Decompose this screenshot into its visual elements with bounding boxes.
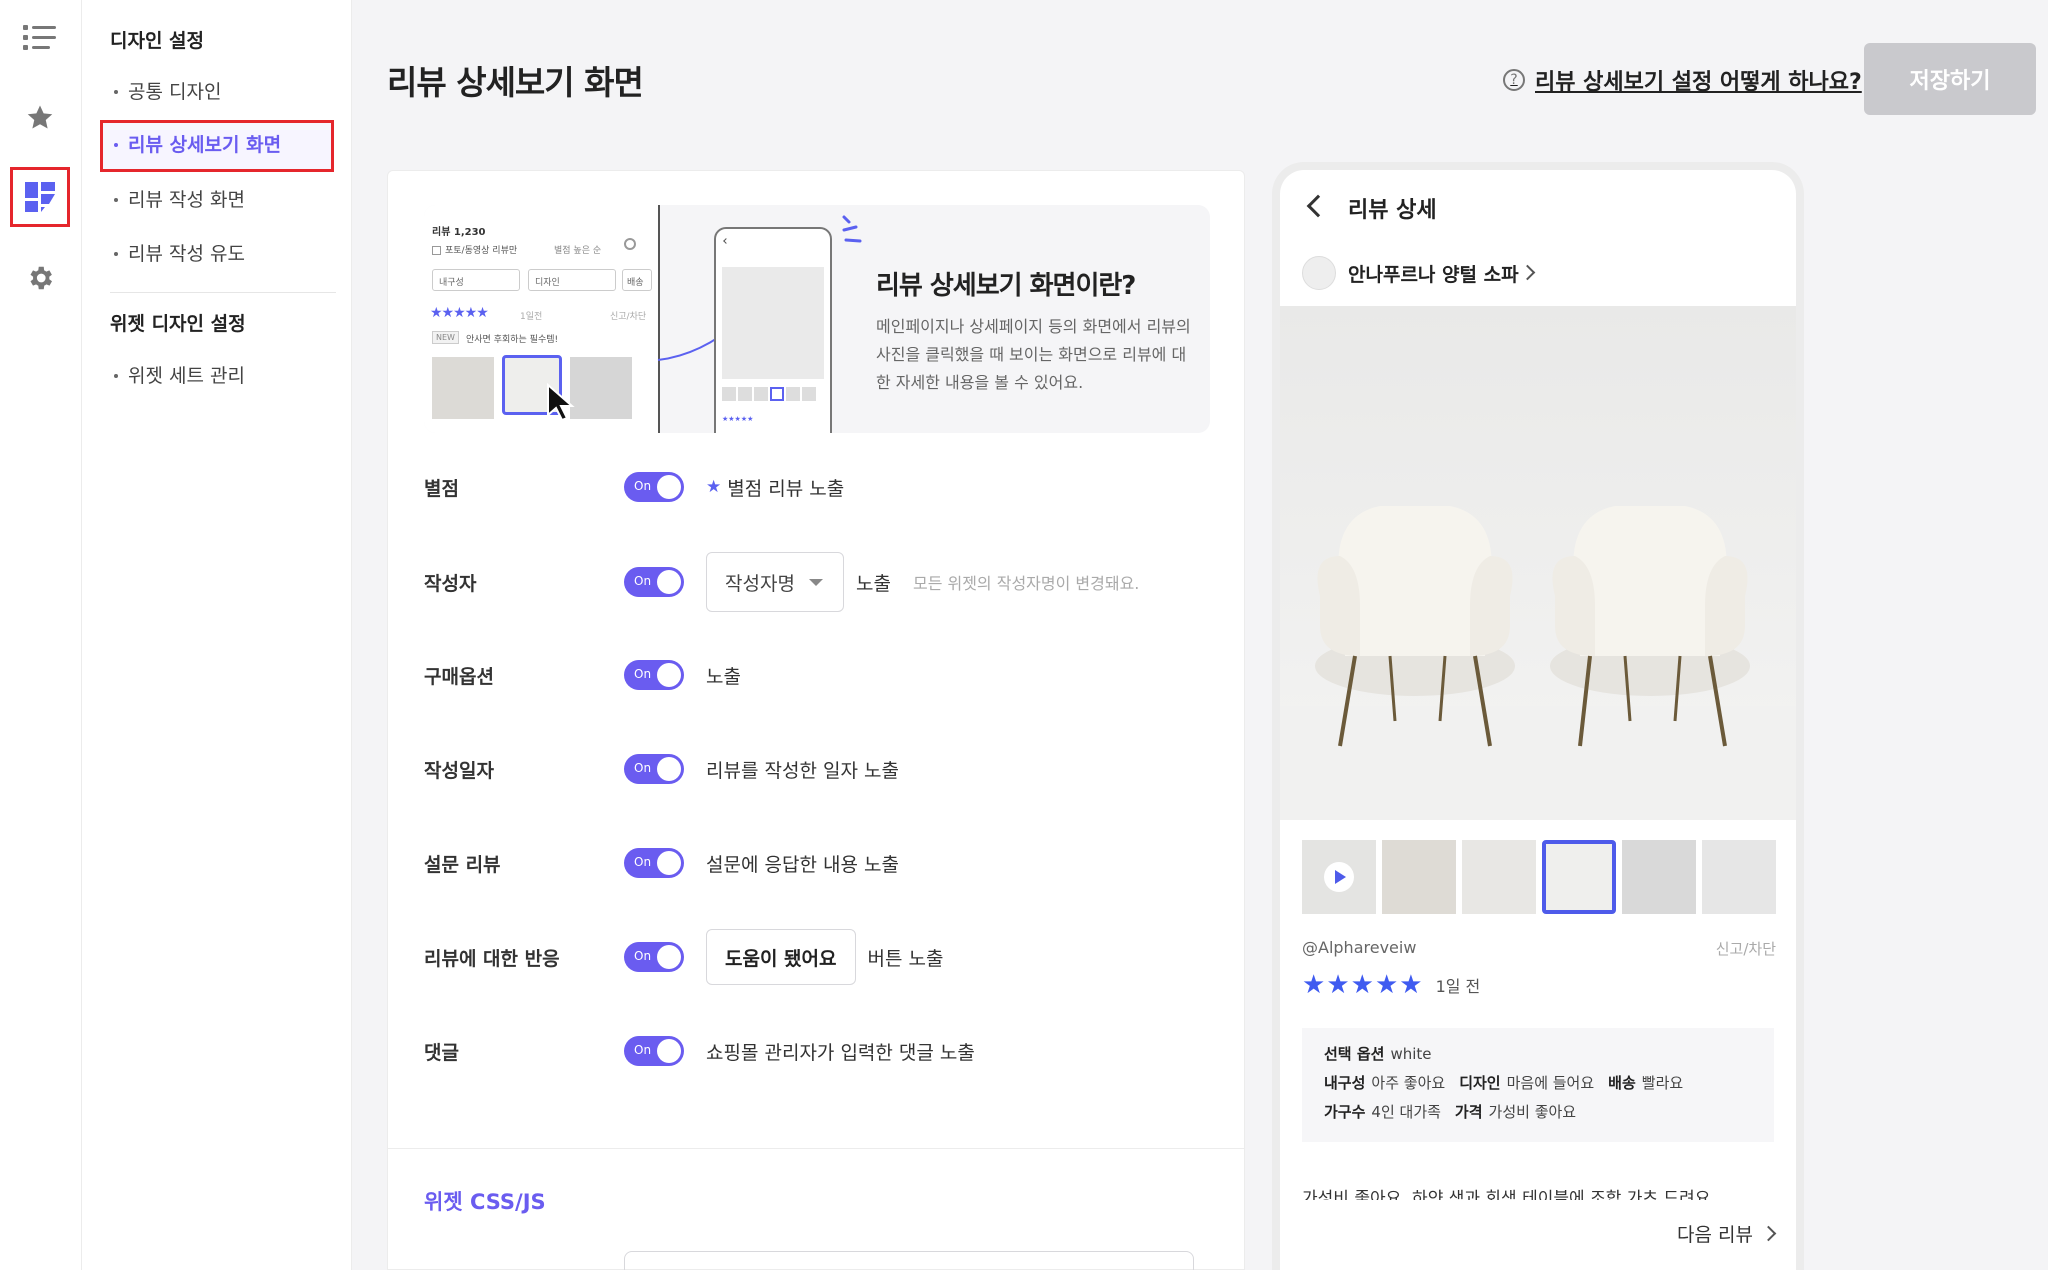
phone-preview: 리뷰 상세 안나푸르나 양털 소파 @Alphareveiw 신고/차단 ★ ★… <box>1272 162 1804 1270</box>
chevron-down-icon <box>808 578 823 586</box>
author-name-select[interactable]: 작성자명 <box>706 552 844 612</box>
gear-icon[interactable] <box>10 248 70 308</box>
thumbnail-video[interactable] <box>1302 840 1376 914</box>
author-toggle[interactable]: On <box>624 567 684 597</box>
mock-stars: ★★★★★ <box>430 305 489 321</box>
review-date: 1일 전 <box>1435 977 1481 996</box>
setting-label: 리뷰에 대한 반응 <box>424 947 560 970</box>
widget-css-js-title: 위젯 CSS/JS <box>424 1190 546 1214</box>
thumbnail[interactable] <box>1702 840 1776 914</box>
mock-thumb-3 <box>570 357 632 419</box>
purchase-option-toggle[interactable]: On <box>624 660 684 690</box>
nav-item-widget-set[interactable]: 위젯 세트 관리 <box>110 361 245 388</box>
play-icon <box>1324 862 1354 892</box>
thumbnail-selected[interactable] <box>1542 840 1616 914</box>
review-rating: ★ ★ ★ ★ ★ 1일 전 <box>1302 972 1480 998</box>
comment-toggle[interactable]: On <box>624 1036 684 1066</box>
setting-label: 구매옵션 <box>424 665 494 688</box>
cursor-icon <box>547 383 575 422</box>
back-arrow-icon[interactable] <box>1306 194 1330 218</box>
review-list-illustration: 리뷰 1,230 포토/동영상 리뷰만 별점 높은 순 내구성 디자인 배송 ★… <box>424 205 660 433</box>
mock-thumb-1 <box>432 357 494 419</box>
page-title: 리뷰 상세보기 화면 <box>387 63 644 102</box>
sub-navigation: 디자인 설정 공통 디자인 리뷰 상세보기 화면 리뷰 작성 화면 리뷰 작성 … <box>82 0 352 1270</box>
star-icon: ★ <box>1374 970 1399 1000</box>
help-link[interactable]: ? 리뷰 상세보기 설정 어떻게 하나요? <box>1503 64 1862 96</box>
survey-toggle[interactable]: On <box>624 848 684 878</box>
thumbnail[interactable] <box>1622 840 1696 914</box>
banner-title: 리뷰 상세보기 화면이란? <box>876 271 1136 301</box>
setting-text: 리뷰를 작성한 일자 노출 <box>706 759 899 782</box>
info-banner: 리뷰 1,230 포토/동영상 리뷰만 별점 높은 순 내구성 디자인 배송 ★… <box>424 205 1210 433</box>
review-detail-illustration: ★★★★★ <box>714 227 832 433</box>
setting-text: 노출 <box>706 665 741 688</box>
setting-label: 작성일자 <box>424 759 494 782</box>
setting-text: 별점 리뷰 노출 <box>727 477 845 500</box>
setting-row-date: 작성일자 On 리뷰를 작성한 일자 노출 <box>424 739 1214 799</box>
date-toggle[interactable]: On <box>624 754 684 784</box>
star-icon: ★ <box>706 477 722 497</box>
css-js-input[interactable] <box>624 1251 1194 1270</box>
setting-hint: 모든 위젯의 작성자명이 변경돼요. <box>912 574 1140 593</box>
nav-group-widget: 위젯 디자인 설정 <box>110 313 246 335</box>
product-name[interactable]: 안나푸르나 양털 소파 <box>1348 260 1519 287</box>
nav-divider <box>110 292 336 293</box>
review-body: 가성비 좋아요. 하얀 색과 회색 테이블에 조합 가츠 드려요 <box>1302 1189 1711 1200</box>
helpful-button[interactable]: 도움이 됐어요 <box>706 929 856 985</box>
thumbnail[interactable] <box>1462 840 1536 914</box>
star-icon[interactable] <box>10 88 70 148</box>
setting-row-comment: 댓글 On 쇼핑몰 관리자가 입력한 댓글 노출 <box>424 1021 1214 1081</box>
question-icon: ? <box>1503 69 1525 91</box>
icon-rail <box>0 0 82 1270</box>
setting-label: 별점 <box>424 477 459 500</box>
rating-toggle[interactable]: On <box>624 472 684 502</box>
setting-row-survey: 설문 리뷰 On 설문에 응답한 내용 노출 <box>424 833 1214 893</box>
nav-item-review-detail[interactable]: 리뷰 상세보기 화면 <box>100 120 334 172</box>
mock-filter: 포토/동영상 리뷰만 <box>432 243 517 256</box>
settings-panel: 리뷰 1,230 포토/동영상 리뷰만 별점 높은 순 내구성 디자인 배송 ★… <box>387 170 1245 1270</box>
nav-item-review-write[interactable]: 리뷰 작성 화면 <box>110 185 245 212</box>
setting-text: 설문에 응답한 내용 노출 <box>706 853 899 876</box>
save-button[interactable]: 저장하기 <box>1864 43 2036 115</box>
setting-row-purchase-option: 구매옵션 On 노출 <box>424 645 1214 705</box>
review-author: @Alphareveiw <box>1302 938 1417 957</box>
setting-row-author: 작성자 On 작성자명 노출 모든 위젯의 작성자명이 변경돼요. <box>424 551 1214 613</box>
mock-search-icon <box>624 238 636 250</box>
setting-label: 작성자 <box>424 572 477 595</box>
setting-row-rating: 별점 On ★ 별점 리뷰 노출 <box>424 457 1214 517</box>
thumbnail-strip <box>1302 840 1776 914</box>
layout-icon[interactable] <box>10 167 70 227</box>
star-icon: ★ <box>1326 970 1350 1000</box>
next-review-button[interactable]: 다음 리뷰 <box>1677 1220 1777 1247</box>
setting-text: 버튼 노출 <box>867 947 944 970</box>
star-icon: ★ <box>1399 970 1423 1000</box>
armchair-photo <box>1280 506 1796 820</box>
reaction-toggle[interactable]: On <box>624 942 684 972</box>
nav-item-review-induce[interactable]: 리뷰 작성 유도 <box>110 239 245 266</box>
star-icon: ★ <box>1350 970 1374 1000</box>
report-link[interactable]: 신고/차단 <box>1716 938 1776 959</box>
nav-item-common-design[interactable]: 공통 디자인 <box>110 77 221 104</box>
sparkle-icon <box>842 215 862 243</box>
setting-text: 쇼핑몰 관리자가 입력한 댓글 노출 <box>706 1041 975 1064</box>
setting-label: 댓글 <box>424 1041 459 1064</box>
star-icon: ★ <box>1302 970 1326 1000</box>
purchase-options-box: 선택 옵션 white 내구성 아주 좋아요 디자인 마음에 들어요 배송 빨라요 가구수 4… <box>1302 1028 1774 1142</box>
chevron-right-icon <box>1519 264 1536 281</box>
setting-label: 설문 리뷰 <box>424 853 501 876</box>
setting-text: 노출 <box>856 572 891 595</box>
thumbnail[interactable] <box>1382 840 1456 914</box>
chevron-right-icon <box>1760 1225 1777 1242</box>
list-icon[interactable] <box>10 8 70 68</box>
review-main-image <box>1280 306 1796 820</box>
section-divider <box>388 1148 1244 1149</box>
preview-title: 리뷰 상세 <box>1348 198 1437 223</box>
banner-description: 메인페이지나 상세페이지 등의 화면에서 리뷰의 사진을 클릭했을 때 보이는 … <box>876 317 1191 392</box>
setting-row-reaction: 리뷰에 대한 반응 On 도움이 됐어요 버튼 노출 <box>424 927 1214 987</box>
nav-group-design: 디자인 설정 <box>110 30 205 52</box>
product-avatar <box>1302 256 1336 290</box>
